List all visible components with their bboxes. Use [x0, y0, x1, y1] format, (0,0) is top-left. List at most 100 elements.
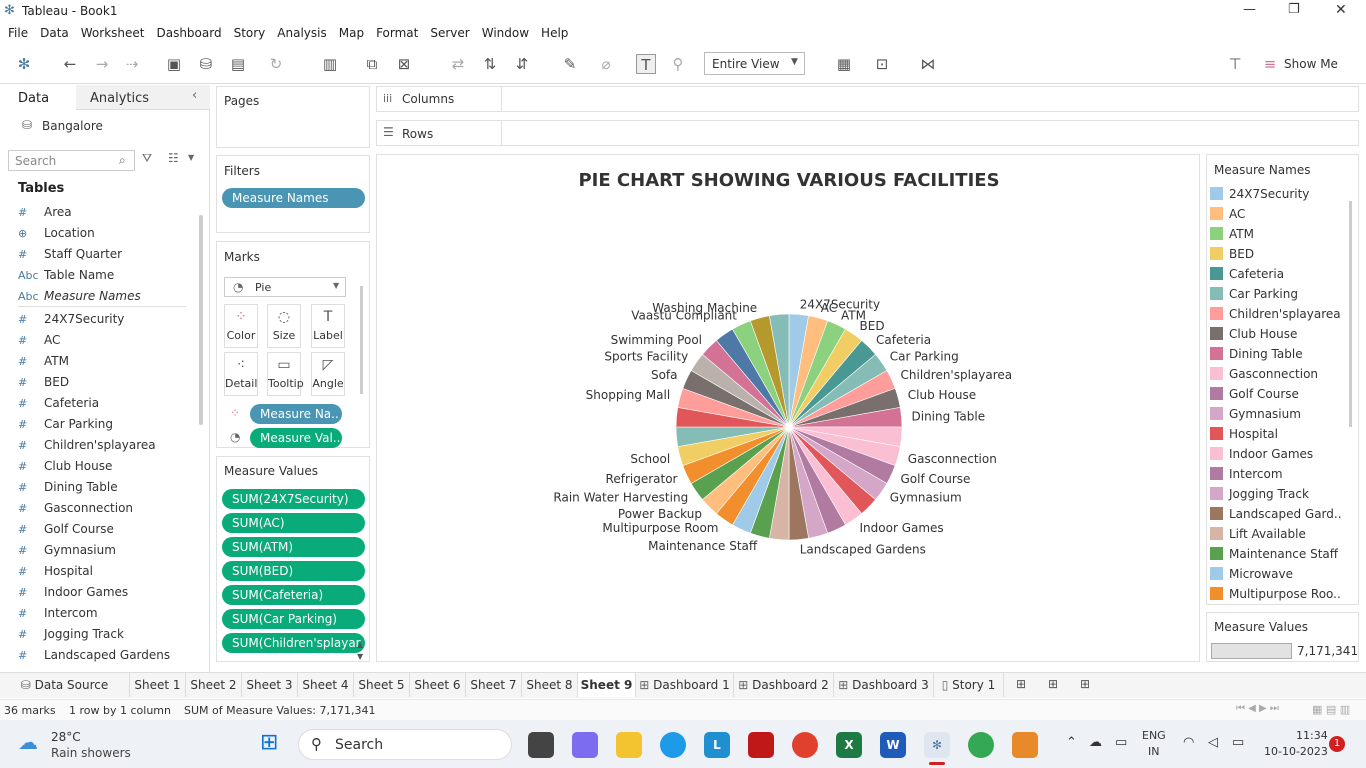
snipping-tool-icon[interactable]: [1012, 732, 1038, 758]
pages-card[interactable]: Pages: [216, 86, 370, 148]
fix-axes-icon[interactable]: ⚲: [668, 54, 688, 74]
pin-icon[interactable]: ⊤: [1225, 54, 1245, 74]
chevron-up-icon[interactable]: ⌃: [1066, 735, 1077, 750]
sheet-tab[interactable]: ▯ Story 1: [934, 673, 1004, 697]
minimize-button[interactable]: —: [1243, 2, 1256, 17]
legend-item[interactable]: Microwave: [1210, 564, 1293, 584]
pie-chart[interactable]: 24X7SecurityACATMBEDCafeteriaCar Parking…: [377, 155, 1199, 661]
tab-data[interactable]: Data: [0, 85, 76, 110]
volume-icon[interactable]: ◁: [1208, 735, 1218, 750]
replay-icon[interactable]: ⇢: [122, 54, 142, 74]
sheet-tab[interactable]: Sheet 1: [130, 673, 186, 697]
field-item[interactable]: # Landscaped Gardens: [18, 645, 170, 666]
task-view-icon[interactable]: [528, 732, 554, 758]
legend-item[interactable]: Landscaped Gard..: [1210, 504, 1342, 524]
wifi-icon[interactable]: ◠: [1183, 735, 1194, 750]
field-item[interactable]: # AC: [18, 330, 60, 351]
legend-item[interactable]: Hospital: [1210, 424, 1278, 444]
measure-value-pill[interactable]: SUM(24X7Security): [222, 489, 365, 509]
file-explorer-icon[interactable]: [616, 732, 642, 758]
sheet-tab[interactable]: Sheet 7: [466, 673, 522, 697]
duplicate-sheet-icon[interactable]: ⧉: [362, 54, 382, 74]
sheet-view-icons[interactable]: ▦ ▤ ▥: [1312, 703, 1350, 716]
sheet-tab[interactable]: ⛁ Data Source: [0, 673, 130, 697]
chart-view[interactable]: PIE CHART SHOWING VARIOUS FACILITIES 24X…: [376, 154, 1200, 662]
battery-icon[interactable]: ▭: [1115, 735, 1127, 750]
menu-story[interactable]: Story: [234, 22, 266, 44]
new-worksheet-icon[interactable]: ▥: [320, 54, 340, 74]
teams-icon[interactable]: [572, 732, 598, 758]
edge-icon[interactable]: [660, 732, 686, 758]
tableau-taskbar-icon[interactable]: ✻: [924, 732, 950, 758]
clock-date[interactable]: 10-10-2023: [1264, 745, 1328, 758]
field-item[interactable]: # BED: [18, 372, 69, 393]
marks-pill-measure-names[interactable]: Measure Na..: [250, 404, 342, 424]
redo-icon[interactable]: →: [92, 54, 112, 74]
field-item[interactable]: # Cafeteria: [18, 393, 99, 414]
excel-icon[interactable]: X: [836, 732, 862, 758]
chevron-down-icon[interactable]: ▼: [188, 153, 194, 162]
sheet-tab[interactable]: Sheet 5: [354, 673, 410, 697]
menu-worksheet[interactable]: Worksheet: [81, 22, 145, 44]
menu-analysis[interactable]: Analysis: [277, 22, 326, 44]
angle-button[interactable]: ◸ Angle: [311, 352, 345, 396]
field-item[interactable]: # Intercom: [18, 603, 98, 624]
sheet-tab[interactable]: Sheet 2: [186, 673, 242, 697]
field-item[interactable]: # Staff Quarter: [18, 244, 122, 265]
field-item[interactable]: # Hospital: [18, 561, 93, 582]
new-story-icon[interactable]: ⊞: [1080, 677, 1090, 691]
color-button[interactable]: ⁘ Color: [224, 304, 258, 348]
legend-item[interactable]: Cafeteria: [1210, 264, 1284, 284]
sheet-tab[interactable]: ⊞ Dashboard 3: [834, 673, 934, 697]
swap-icon[interactable]: ⇄: [448, 54, 468, 74]
field-item[interactable]: # Gasconnection: [18, 498, 133, 519]
field-item[interactable]: Abc Table Name: [18, 265, 114, 286]
field-item[interactable]: # Car Parking: [18, 414, 113, 435]
legend-item[interactable]: Maintenance Staff: [1210, 544, 1338, 564]
scroll-down-icon[interactable]: ▼: [357, 652, 363, 661]
presentation-icon[interactable]: ⊡: [872, 54, 892, 74]
measure-value-pill[interactable]: SUM(Children'splayar..: [222, 633, 365, 653]
refresh-icon[interactable]: ↻: [266, 54, 286, 74]
close-button[interactable]: ✕: [1335, 2, 1347, 18]
legend-item[interactable]: Intercom: [1210, 464, 1283, 484]
marks-pill-measure-values[interactable]: Measure Val..: [250, 428, 342, 448]
view-options-icon[interactable]: ☷: [168, 151, 179, 165]
legend-item[interactable]: Gasconnection: [1210, 364, 1318, 384]
size-button[interactable]: ◌ Size: [267, 304, 301, 348]
filter-icon[interactable]: ⛛: [142, 151, 152, 166]
legend-item[interactable]: Lift Available: [1210, 524, 1306, 544]
windows-start-icon[interactable]: ⊞: [260, 730, 278, 755]
filters-card[interactable]: Filters Measure Names: [216, 155, 370, 233]
field-item[interactable]: # Area: [18, 202, 72, 223]
show-labels-icon[interactable]: T: [636, 54, 656, 74]
field-item[interactable]: # Dining Table: [18, 477, 118, 498]
show-me-button[interactable]: Show Me: [1284, 57, 1338, 71]
rows-shelf[interactable]: ☰ Rows: [376, 120, 1359, 146]
scrollbar[interactable]: [360, 286, 363, 394]
view-select[interactable]: Entire View ▼: [704, 52, 805, 75]
clear-sheet-icon[interactable]: ⊠: [394, 54, 414, 74]
measure-value-pill[interactable]: SUM(AC): [222, 513, 365, 533]
sheet-tab[interactable]: Sheet 4: [298, 673, 354, 697]
legend-item[interactable]: AC: [1210, 204, 1245, 224]
show-me-icon[interactable]: ≡: [1260, 54, 1280, 74]
tableau-home-icon[interactable]: ✻: [14, 54, 34, 74]
collapse-icon[interactable]: ‹: [192, 88, 197, 103]
scroll-up-icon[interactable]: ▲: [357, 640, 363, 649]
new-worksheet-icon[interactable]: ⊞: [1016, 677, 1026, 691]
legend-item[interactable]: BED: [1210, 244, 1254, 264]
menu-file[interactable]: File: [8, 22, 28, 44]
sheet-tab[interactable]: Sheet 6: [410, 673, 466, 697]
legend-item[interactable]: Gymnasium: [1210, 404, 1301, 424]
weather-icon[interactable]: ☁: [18, 730, 38, 754]
field-item[interactable]: # Gymnasium: [18, 540, 116, 561]
field-item[interactable]: #24X7Security: [18, 309, 124, 330]
sort-descending-icon[interactable]: ⇵: [512, 54, 532, 74]
measure-value-pill[interactable]: SUM(BED): [222, 561, 365, 581]
word-icon[interactable]: W: [880, 732, 906, 758]
sort-ascending-icon[interactable]: ⇅: [480, 54, 500, 74]
group-icon[interactable]: ⌀: [596, 54, 616, 74]
field-item[interactable]: # Jogging Track: [18, 624, 124, 645]
power-icon[interactable]: ▭: [1232, 735, 1244, 750]
